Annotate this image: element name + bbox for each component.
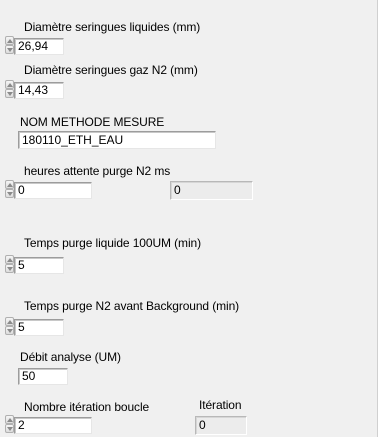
temps-n2-spinner[interactable] [5,317,14,335]
increment-arrow-icon[interactable] [5,36,14,45]
increment-arrow-icon[interactable] [5,317,14,326]
iteration-indicator: 0 [195,416,247,435]
debit-label: Débit analyse (UM) [20,350,121,364]
decrement-arrow-icon[interactable] [5,45,14,54]
diam-gaz-label: Diamètre seringues gaz N2 (mm) [24,63,198,77]
front-panel: Diamètre seringues liquides (mm) 26,94 D… [0,0,378,437]
diam-liq-input[interactable]: 26,94 [14,38,64,55]
nombre-input[interactable]: 2 [14,417,92,434]
methode-label: NOM METHODE MESURE [20,115,165,129]
temps-n2-label: Temps purge N2 avant Background (min) [24,299,240,313]
debit-input[interactable]: 50 [18,368,68,385]
diam-liq-label: Diamètre seringues liquides (mm) [24,20,201,34]
temps-liq-spinner[interactable] [5,255,14,273]
heures-spinner[interactable] [5,180,14,198]
increment-arrow-icon[interactable] [5,80,14,89]
decrement-arrow-icon[interactable] [5,89,14,98]
nombre-spinner[interactable] [5,415,14,433]
diam-gaz-spinner[interactable] [5,80,14,98]
diam-gaz-input[interactable]: 14,43 [14,82,64,99]
heures-indicator: 0 [170,181,253,200]
decrement-arrow-icon[interactable] [5,326,14,335]
iteration-label: Itération [199,398,242,412]
increment-arrow-icon[interactable] [5,415,14,424]
heures-input[interactable]: 0 [14,182,92,199]
nombre-label: Nombre itération boucle [24,400,150,414]
diam-liq-spinner[interactable] [5,36,14,54]
temps-liq-input[interactable]: 5 [14,257,64,274]
methode-input[interactable]: 180110_ETH_EAU [18,131,216,149]
heures-label: heures attente purge N2 ms [24,164,171,178]
temps-liq-label: Temps purge liquide 100UM (min) [24,236,201,250]
decrement-arrow-icon[interactable] [5,189,14,198]
increment-arrow-icon[interactable] [5,255,14,264]
temps-n2-input[interactable]: 5 [14,319,64,336]
increment-arrow-icon[interactable] [5,180,14,189]
decrement-arrow-icon[interactable] [5,264,14,273]
decrement-arrow-icon[interactable] [5,424,14,433]
